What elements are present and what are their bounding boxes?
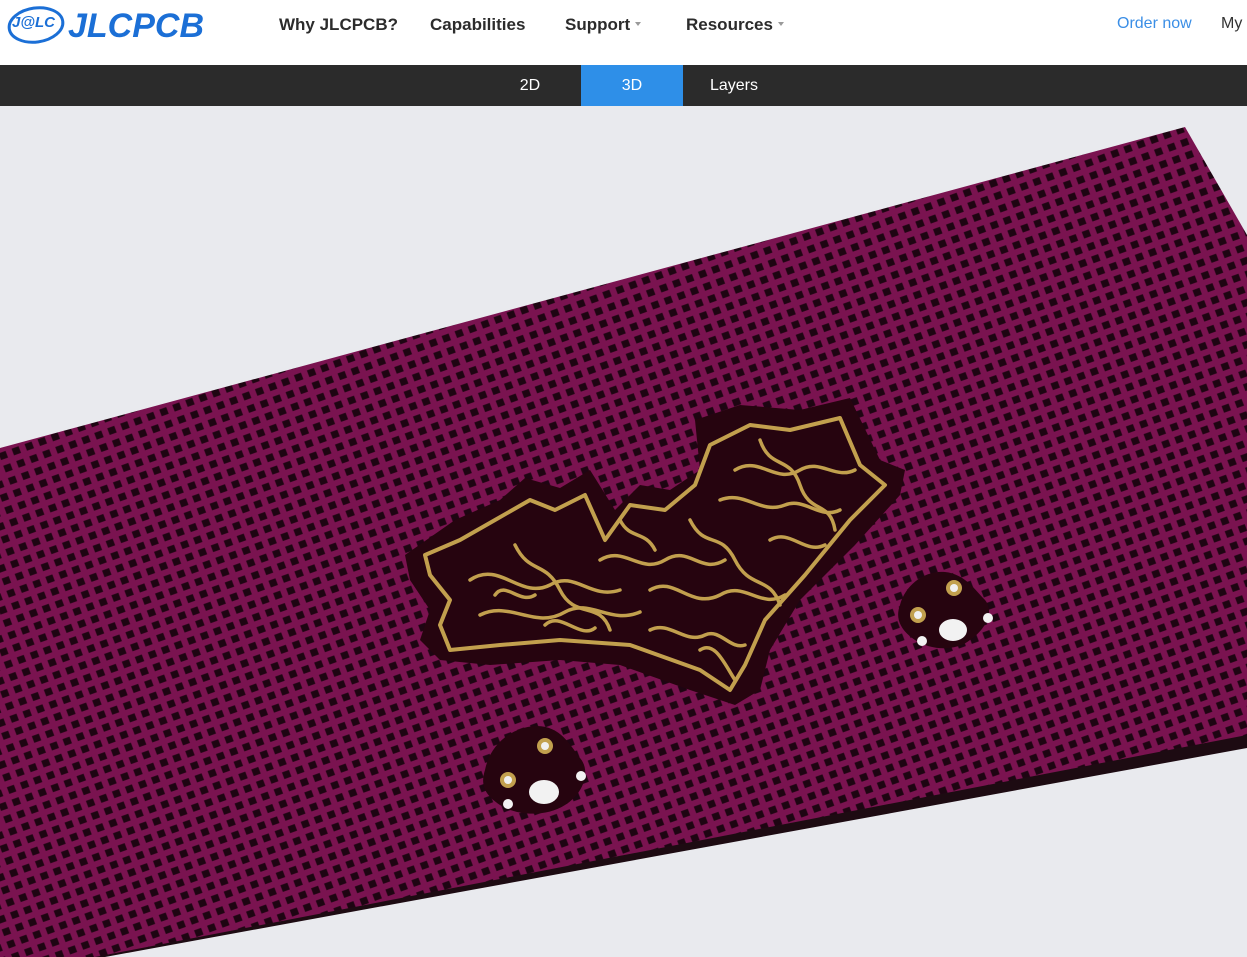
logo-badge-text: J@LC <box>12 14 56 31</box>
nav-item-capabilities[interactable]: Capabilities <box>430 15 525 35</box>
my-account-link[interactable]: My <box>1221 15 1242 33</box>
nav-item-label: Support <box>565 15 631 34</box>
tab-3d[interactable]: 3D <box>581 65 683 106</box>
3d-viewport[interactable] <box>0 106 1247 957</box>
viewer-tab-bar: 2D 3D Layers <box>0 65 1247 106</box>
nav-item-label: Why JLCPCB? <box>279 15 398 34</box>
tab-2d[interactable]: 2D <box>479 65 581 106</box>
nav-item-support[interactable]: Support <box>565 15 642 35</box>
nav-item-label: Capabilities <box>430 15 526 34</box>
order-now-link[interactable]: Order now <box>1117 15 1192 33</box>
nav-item-resources[interactable]: Resources <box>686 15 784 35</box>
caret-down-icon <box>777 21 784 26</box>
caret-down-icon <box>635 21 642 26</box>
tab-layers[interactable]: Layers <box>683 65 785 106</box>
nav-item-why-jlcpcb[interactable]: Why JLCPCB? <box>279 15 398 35</box>
pcb-3d-render[interactable] <box>0 106 1247 957</box>
nav-item-label: Resources <box>686 15 773 34</box>
top-header: J@LC JLCPCB Why JLCPCB? Capabilities Sup… <box>0 0 1247 65</box>
logo-brand-text: JLCPCB <box>68 7 204 45</box>
jlcpcb-logo[interactable]: J@LC JLCPCB <box>6 4 216 48</box>
